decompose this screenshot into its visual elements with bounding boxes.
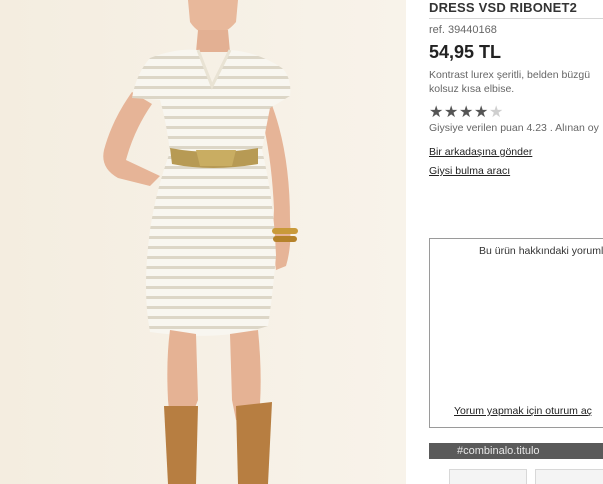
combination-header: #combinalo.titulo [429,443,603,459]
comments-title: Bu ürün hakkındaki yorumla [479,245,603,257]
rating-stars[interactable]: ★★★★★ [429,104,504,121]
product-description: Kontrast lurex şeritli, belden büzgü kol… [429,68,603,96]
combination-thumbnail[interactable] [535,469,603,484]
description-line-1: Kontrast lurex şeritli, belden büzgü [429,69,591,81]
clothing-finder-link[interactable]: Giysi bulma aracı [429,165,510,177]
star-icon[interactable]: ★ [429,105,444,121]
star-icon[interactable]: ★ [474,105,489,121]
star-icon[interactable]: ★ [444,105,459,121]
product-ref: ref. 39440168 [429,24,497,36]
star-icon[interactable]: ★ [459,105,474,121]
rating-summary: Giysiye verilen puan 4.23 . Alınan oy [429,122,599,134]
description-line-2: kolsuz kısa elbise. [429,83,515,95]
send-to-friend-link[interactable]: Bir arkadaşına gönder [429,146,532,158]
product-info-panel: DRESS VSD RIBONET2 ref. 39440168 54,95 T… [406,0,603,484]
combination-thumbnail[interactable] [449,469,527,484]
title-divider [429,18,603,19]
product-title: DRESS VSD RIBONET2 [429,0,578,15]
product-photo[interactable] [0,0,406,484]
comments-box: Bu ürün hakkındaki yorumla Yorum yapmak … [429,238,603,428]
product-price: 54,95 TL [429,42,502,62]
login-to-comment-link[interactable]: Yorum yapmak için oturum aç [454,405,592,417]
star-icon[interactable]: ★ [489,105,504,121]
